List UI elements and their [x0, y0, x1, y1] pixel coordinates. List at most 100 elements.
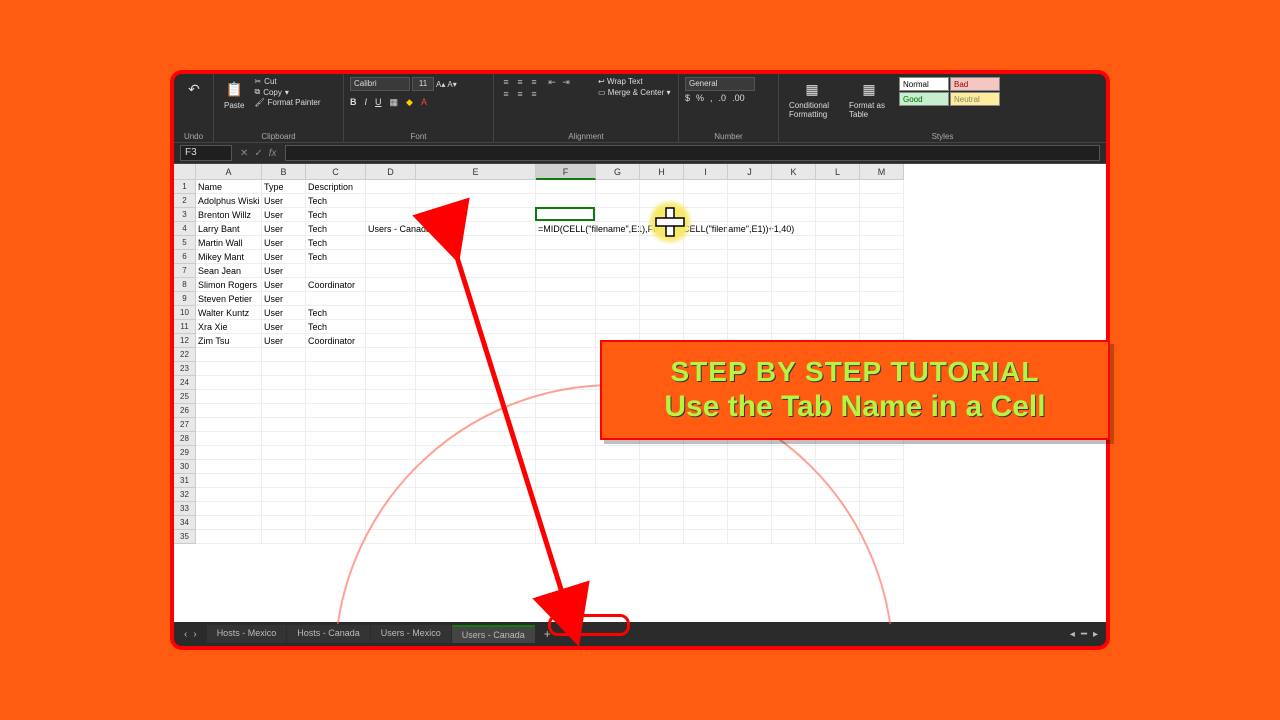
cell[interactable] — [596, 236, 640, 250]
row-header[interactable]: 23 — [174, 362, 196, 376]
cell[interactable] — [816, 530, 860, 544]
cell[interactable] — [772, 208, 816, 222]
cell[interactable] — [596, 446, 640, 460]
cell[interactable] — [262, 376, 306, 390]
cell[interactable] — [640, 306, 684, 320]
cell[interactable] — [262, 432, 306, 446]
cell[interactable] — [536, 516, 596, 530]
cell[interactable] — [640, 264, 684, 278]
cell[interactable] — [306, 488, 366, 502]
cell[interactable]: User — [262, 292, 306, 306]
row-header[interactable]: 33 — [174, 502, 196, 516]
cell[interactable] — [536, 488, 596, 502]
cell[interactable] — [416, 432, 536, 446]
cell[interactable] — [366, 320, 416, 334]
cell[interactable] — [536, 250, 596, 264]
cell[interactable] — [536, 362, 596, 376]
cell[interactable]: User — [262, 208, 306, 222]
cell[interactable] — [196, 516, 262, 530]
percent-button[interactable]: % — [696, 93, 704, 103]
cell[interactable] — [860, 460, 904, 474]
cell[interactable] — [416, 390, 536, 404]
cell[interactable] — [816, 516, 860, 530]
cell[interactable] — [596, 488, 640, 502]
format-as-table-button[interactable]: ▦ Format as Table — [845, 77, 893, 121]
cell[interactable] — [416, 530, 536, 544]
sheet-prev-button[interactable]: ‹ — [184, 629, 187, 640]
cell[interactable] — [416, 474, 536, 488]
cell[interactable] — [860, 488, 904, 502]
cell[interactable]: User — [262, 320, 306, 334]
cell[interactable] — [536, 530, 596, 544]
cell[interactable] — [816, 236, 860, 250]
cell[interactable] — [640, 446, 684, 460]
cell[interactable] — [416, 376, 536, 390]
cell[interactable] — [536, 292, 596, 306]
row-header[interactable]: 22 — [174, 348, 196, 362]
cell[interactable] — [536, 432, 596, 446]
cell[interactable] — [596, 502, 640, 516]
italic-button[interactable]: I — [365, 97, 368, 108]
cell[interactable] — [816, 306, 860, 320]
cell[interactable] — [728, 194, 772, 208]
column-header[interactable]: B — [262, 164, 306, 180]
format-painter-button[interactable]: 🖌Format Painter — [254, 98, 320, 107]
cell[interactable]: Tech — [306, 208, 366, 222]
cell[interactable] — [772, 320, 816, 334]
cell[interactable] — [306, 502, 366, 516]
cell[interactable] — [262, 474, 306, 488]
cell[interactable] — [728, 222, 772, 236]
cell[interactable] — [684, 264, 728, 278]
number-format-select[interactable]: General — [685, 77, 755, 91]
cell[interactable] — [416, 404, 536, 418]
cell[interactable] — [536, 474, 596, 488]
cell[interactable] — [366, 362, 416, 376]
cell[interactable]: Description — [306, 180, 366, 194]
cell[interactable] — [728, 460, 772, 474]
row-header[interactable]: 8 — [174, 278, 196, 292]
cell[interactable] — [816, 460, 860, 474]
cell[interactable]: Tech — [306, 222, 366, 236]
cell[interactable] — [196, 404, 262, 418]
row-header[interactable]: 35 — [174, 530, 196, 544]
cell[interactable] — [306, 362, 366, 376]
cell[interactable] — [728, 530, 772, 544]
cell[interactable] — [196, 502, 262, 516]
cell[interactable] — [416, 446, 536, 460]
cell[interactable] — [640, 530, 684, 544]
cell[interactable] — [366, 278, 416, 292]
cell[interactable] — [262, 348, 306, 362]
cell[interactable] — [860, 474, 904, 488]
border-button[interactable]: ▦ — [390, 97, 399, 108]
row-header[interactable]: 28 — [174, 432, 196, 446]
cell[interactable] — [772, 446, 816, 460]
cell[interactable] — [684, 320, 728, 334]
cell[interactable] — [596, 222, 640, 236]
cell[interactable] — [366, 306, 416, 320]
style-neutral[interactable]: Neutral — [950, 92, 1000, 106]
cell[interactable] — [816, 208, 860, 222]
cell[interactable] — [816, 264, 860, 278]
cell[interactable] — [536, 180, 596, 194]
cell[interactable] — [728, 446, 772, 460]
cell[interactable] — [416, 488, 536, 502]
cell[interactable]: Tech — [306, 320, 366, 334]
cell[interactable] — [306, 432, 366, 446]
cell[interactable] — [366, 390, 416, 404]
row-header[interactable]: 26 — [174, 404, 196, 418]
cell[interactable] — [416, 222, 536, 236]
cell[interactable] — [536, 264, 596, 278]
cell[interactable] — [366, 530, 416, 544]
cell[interactable] — [860, 194, 904, 208]
cell[interactable] — [416, 292, 536, 306]
row-header[interactable]: 7 — [174, 264, 196, 278]
cell[interactable] — [816, 502, 860, 516]
cell[interactable] — [860, 236, 904, 250]
cell[interactable]: =MID(CELL("filename",E1),FIND("]",CELL("… — [536, 222, 596, 236]
cell[interactable] — [596, 474, 640, 488]
cell[interactable] — [416, 264, 536, 278]
cell[interactable]: Tech — [306, 306, 366, 320]
cell[interactable] — [816, 222, 860, 236]
font-size-select[interactable]: 11 — [412, 77, 434, 91]
cell[interactable] — [366, 194, 416, 208]
